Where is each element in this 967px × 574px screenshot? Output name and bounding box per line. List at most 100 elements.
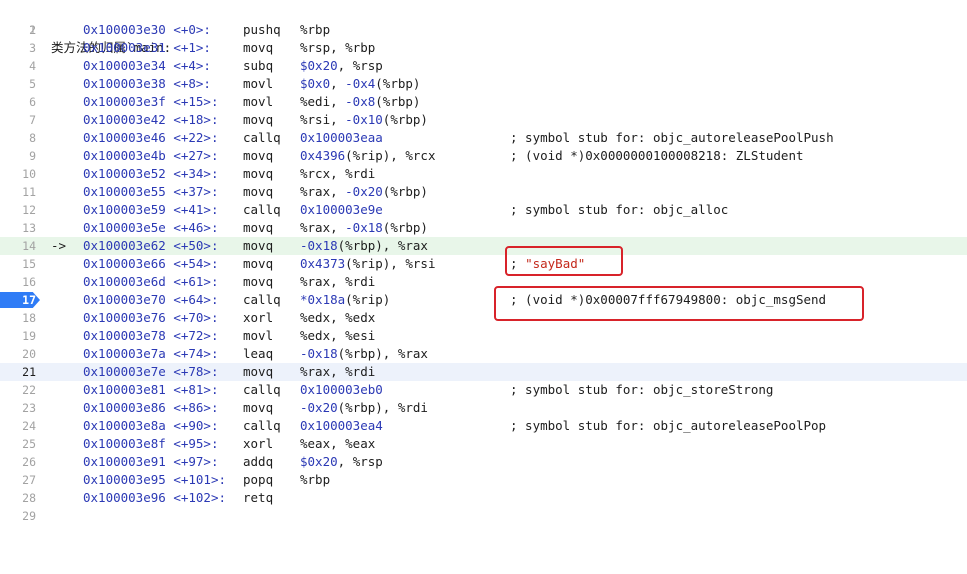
line-number[interactable]: 16 bbox=[0, 273, 36, 291]
line-number[interactable]: 24 bbox=[0, 417, 36, 435]
line-number[interactable]: 23 bbox=[0, 399, 36, 417]
pc-line: 14 -> 0x100003e62 <+50>: movq -0x18(%rbp), %… bbox=[0, 237, 967, 255]
disassembly-line: 20 0x100003e7a <+74>: leaq -0x18(%rbp), %ra… bbox=[0, 345, 967, 363]
disassembly-line: 27 0x100003e95 <+101>: popq %rbp bbox=[0, 471, 967, 489]
disassembly-line: 5 0x100003e38 <+8>: movl $0x0, -0x4(%rbp) bbox=[0, 75, 967, 93]
disassembly-line: 6 0x100003e3f <+15>: movl %edi, -0x8(%rbp) bbox=[0, 93, 967, 111]
disassembly-line: 23 0x100003e86 <+86>: movq -0x20(%rbp), %rd… bbox=[0, 399, 967, 417]
operands: -0x18(%rbp), %rax bbox=[300, 346, 428, 361]
disassembly-line: 3 0x100003e31 <+1>: movq %rsp, %rbp bbox=[0, 39, 967, 57]
line-number[interactable]: 6 bbox=[0, 93, 36, 111]
operands: %rsi, -0x10(%rbp) bbox=[300, 112, 428, 127]
line-number[interactable]: 13 bbox=[0, 219, 36, 237]
operands: %rax, -0x18(%rbp) bbox=[300, 220, 428, 235]
address-value: 0x100003e70 bbox=[83, 292, 166, 307]
instruction-address: 0x100003e7a <+74>: bbox=[83, 345, 218, 363]
instruction-address: 0x100003e66 <+54>: bbox=[83, 255, 218, 273]
operands: $0x20, %rsp bbox=[300, 58, 383, 73]
line-number[interactable]: 7 bbox=[0, 111, 36, 129]
instruction-address: 0x100003e62 <+50>: bbox=[83, 237, 218, 255]
comment: ; symbol stub for: objc_storeStrong bbox=[510, 382, 774, 397]
line-number[interactable]: 14 bbox=[0, 237, 36, 255]
operands: 0x100003eaa bbox=[300, 130, 383, 145]
mnemonic: movq bbox=[243, 220, 274, 235]
address-value: 0x100003e46 bbox=[83, 130, 166, 145]
operands: %rbp bbox=[300, 472, 331, 487]
operands: %edi, -0x8(%rbp) bbox=[300, 94, 421, 109]
address-offset: <+46>: bbox=[173, 220, 219, 235]
operands: 0x100003ea4 bbox=[300, 418, 383, 433]
line-number[interactable]: 4 bbox=[0, 57, 36, 75]
line-number[interactable]: 15 bbox=[0, 255, 36, 273]
address-offset: <+41>: bbox=[173, 202, 219, 217]
line-number[interactable]: 2 bbox=[0, 21, 36, 39]
mnemonic: retq bbox=[243, 490, 274, 505]
line-number[interactable]: 17 bbox=[0, 291, 36, 309]
line-number[interactable]: 22 bbox=[0, 381, 36, 399]
instruction-address: 0x100003e91 <+97>: bbox=[83, 453, 218, 471]
address-offset: <+54>: bbox=[173, 256, 219, 271]
mnemonic: movl bbox=[243, 76, 274, 91]
address-value: 0x100003e95 bbox=[83, 472, 166, 487]
address-offset: <+34>: bbox=[173, 166, 219, 181]
comment: ; symbol stub for: objc_autoreleasePoolP… bbox=[510, 130, 834, 145]
instruction-address: 0x100003e7e <+78>: bbox=[83, 363, 218, 381]
line-number[interactable]: 8 bbox=[0, 129, 36, 147]
line-number[interactable]: 19 bbox=[0, 327, 36, 345]
disassembly-line: 12 0x100003e59 <+41>: callq 0x100003e9e ; sy… bbox=[0, 201, 967, 219]
line-number[interactable]: 26 bbox=[0, 453, 36, 471]
mnemonic: addq bbox=[243, 454, 274, 469]
mnemonic: subq bbox=[243, 58, 274, 73]
line-number[interactable]: 28 bbox=[0, 489, 36, 507]
address-offset: <+81>: bbox=[173, 382, 219, 397]
operands: 0x4396(%rip), %rcx bbox=[300, 148, 436, 163]
instruction-address: 0x100003e38 <+8>: bbox=[83, 75, 211, 93]
instruction-address: 0x100003e31 <+1>: bbox=[83, 39, 211, 57]
address-offset: <+95>: bbox=[173, 436, 219, 451]
instruction-address: 0x100003e81 <+81>: bbox=[83, 381, 218, 399]
address-value: 0x100003e76 bbox=[83, 310, 166, 325]
operands: %rsp, %rbp bbox=[300, 40, 376, 55]
mnemonic: callq bbox=[243, 130, 281, 145]
operands: $0x20, %rsp bbox=[300, 454, 383, 469]
line-number[interactable]: 25 bbox=[0, 435, 36, 453]
line-number[interactable]: 3 bbox=[0, 39, 36, 57]
mnemonic: movq bbox=[243, 166, 274, 181]
address-value: 0x100003e86 bbox=[83, 400, 166, 415]
disassembly-title-line: 1 类方法的归属`main: bbox=[0, 3, 967, 55]
address-value: 0x100003e8a bbox=[83, 418, 166, 433]
disassembly-line: 8 0x100003e46 <+22>: callq 0x100003eaa ; sym… bbox=[0, 129, 967, 147]
line-number[interactable]: 20 bbox=[0, 345, 36, 363]
instruction-address: 0x100003e78 <+72>: bbox=[83, 327, 218, 345]
address-value: 0x100003e7e bbox=[83, 364, 166, 379]
address-offset: <+101>: bbox=[173, 472, 227, 487]
line-number[interactable]: 21 bbox=[0, 363, 36, 381]
operands: *0x18a(%rip) bbox=[300, 292, 391, 307]
line-number[interactable]: 5 bbox=[0, 75, 36, 93]
line-number[interactable]: 11 bbox=[0, 183, 36, 201]
mnemonic: callq bbox=[243, 382, 281, 397]
mnemonic: callq bbox=[243, 418, 281, 433]
mnemonic: callq bbox=[243, 292, 281, 307]
instruction-address: 0x100003e3f <+15>: bbox=[83, 93, 218, 111]
instruction-address: 0x100003e46 <+22>: bbox=[83, 129, 218, 147]
mnemonic: movq bbox=[243, 40, 274, 55]
line-number[interactable]: 10 bbox=[0, 165, 36, 183]
operands: %edx, %edx bbox=[300, 310, 376, 325]
mnemonic: xorl bbox=[243, 436, 274, 451]
line-number[interactable]: 27 bbox=[0, 471, 36, 489]
line-number[interactable]: 9 bbox=[0, 147, 36, 165]
line-number[interactable]: 12 bbox=[0, 201, 36, 219]
disassembly-line: 4 0x100003e34 <+4>: subq $0x20, %rsp bbox=[0, 57, 967, 75]
disassembly-editor: 1 类方法的归属`main: 2 0x100003e30 <+0>: pushq %r… bbox=[0, 3, 967, 525]
instruction-address: 0x100003e86 <+86>: bbox=[83, 399, 218, 417]
line-number[interactable]: 18 bbox=[0, 309, 36, 327]
operands: -0x20(%rbp), %rdi bbox=[300, 400, 428, 415]
line-number[interactable]: 29 bbox=[0, 507, 36, 525]
operands: -0x18(%rbp), %rax bbox=[300, 238, 428, 253]
comment: ; symbol stub for: objc_autoreleasePoolP… bbox=[510, 418, 827, 433]
instruction-address: 0x100003e96 <+102>: bbox=[83, 489, 226, 507]
address-value: 0x100003e4b bbox=[83, 148, 166, 163]
address-value: 0x100003e7a bbox=[83, 346, 166, 361]
mnemonic: xorl bbox=[243, 310, 274, 325]
